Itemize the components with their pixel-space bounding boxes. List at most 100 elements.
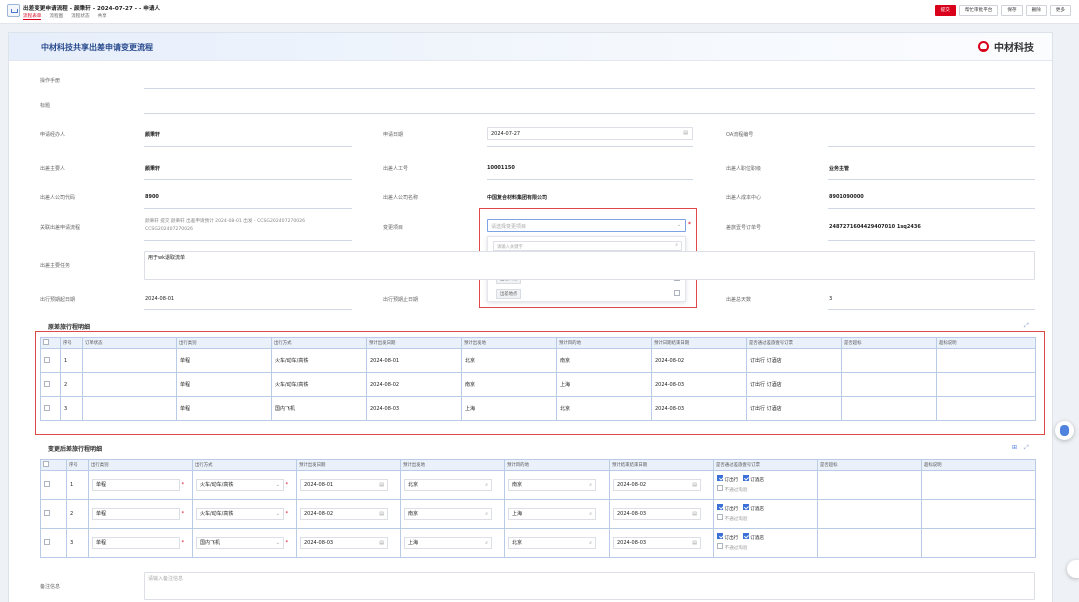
book-trip-checkbox[interactable]: [717, 504, 723, 510]
book-trip-checkbox[interactable]: [717, 533, 723, 539]
row-select-cell: [40, 528, 67, 558]
row-checkbox[interactable]: [44, 380, 50, 387]
select-all-header: [40, 459, 67, 471]
book-hotel-checkbox[interactable]: [742, 504, 749, 510]
over-note-cell: [921, 499, 1036, 529]
purpose-value: 用于wk退取流单: [148, 255, 185, 261]
form-title: 中材科技共享出差申请变更流程: [41, 43, 153, 52]
chevron-down-icon: ⌄: [275, 540, 280, 546]
row-checkbox[interactable]: [44, 481, 50, 487]
remarks-textarea[interactable]: 请输入备注信息: [144, 572, 1035, 600]
expand-icon[interactable]: ⤢: [1024, 444, 1029, 452]
row-checkbox[interactable]: [44, 539, 50, 545]
calendar-icon: ▤: [683, 130, 688, 136]
related-flow-code[interactable]: CCSG202407270026: [145, 227, 193, 232]
book-hotel-checkbox[interactable]: [742, 475, 749, 481]
tab-share[interactable]: 共享: [98, 13, 107, 20]
add-row-icon[interactable]: ⊞: [1012, 444, 1017, 451]
operation-manual-label[interactable]: 操作手册: [40, 77, 60, 84]
dest-city: 上海: [556, 372, 652, 397]
help-approval-button[interactable]: 帮忙审批平台: [958, 5, 999, 16]
company-name-value: 中国复合材料集团有限公司: [487, 195, 548, 201]
row-checkbox[interactable]: [44, 510, 50, 516]
dropdown-search-input[interactable]: 请输入关键字 ⌕: [493, 241, 682, 251]
depart-date-picker[interactable]: 2024-08-02 ▤: [300, 508, 388, 520]
dropdown-search-placeholder: 请输入关键字: [497, 244, 523, 250]
dest-city-input[interactable]: 上海 ⌕: [508, 508, 596, 520]
dropdown-option-place[interactable]: 出差地点: [496, 289, 522, 299]
end-date-picker[interactable]: 2024-08-03 ▤: [613, 508, 701, 520]
calendar-icon: ▤: [692, 540, 697, 546]
category-select[interactable]: 单程: [92, 537, 180, 549]
dest-city-input[interactable]: 北京 ⌕: [508, 537, 596, 549]
no-booking-checkbox[interactable]: [717, 514, 723, 520]
side-float-tab[interactable]: [1067, 560, 1079, 578]
table-row: 3 单程 国内飞机 2024-08-03 上海 北京 2024-08-03 订出…: [40, 396, 1036, 421]
col-header: 是否通过差旅壹号订票: [746, 337, 842, 349]
depart-city-input[interactable]: 北京 ⌕: [404, 479, 492, 491]
book-trip-checkbox[interactable]: [717, 475, 723, 481]
delete-button[interactable]: 删除: [1025, 5, 1047, 16]
divider: [487, 146, 693, 147]
booking-options: 订出行 订酒店: [746, 396, 842, 421]
oa-no-field[interactable]: [828, 146, 1035, 147]
no-booking-checkbox[interactable]: [717, 543, 723, 549]
save-button[interactable]: 保存: [1001, 5, 1023, 16]
col-header: 预计出发地: [461, 337, 557, 349]
emp-no-label: 出差人工号: [383, 166, 409, 172]
depart-date-picker[interactable]: 2024-08-03 ▤: [300, 537, 388, 549]
cost-center-value: 8901090000: [829, 194, 864, 200]
tab-form[interactable]: 流程表单: [23, 13, 42, 20]
mode-select[interactable]: 国内飞机 ⌄: [196, 537, 284, 549]
order-status: [82, 396, 177, 421]
mode-value: 火车/动车/高铁: [200, 511, 234, 517]
subject-input[interactable]: [144, 113, 1035, 114]
booking-cell: 订出行 订酒店 不通过淘验: [713, 528, 818, 558]
row-checkbox[interactable]: [44, 356, 50, 363]
row-checkbox[interactable]: [44, 404, 50, 411]
purpose-textarea[interactable]: 用于wk退取流单: [144, 251, 1035, 280]
dest-city-cell: 南京 ⌕: [504, 470, 610, 500]
apply-date-field[interactable]: 2024-07-27 ▤: [487, 127, 693, 140]
divider: [144, 146, 352, 147]
dest-city-input[interactable]: 南京 ⌕: [508, 479, 596, 491]
end-date-picker[interactable]: 2024-08-02 ▤: [613, 479, 701, 491]
tab-flowchart[interactable]: 流程图: [49, 13, 63, 20]
trip-mode: 火车/动车/高铁: [271, 372, 367, 397]
end-date-picker[interactable]: 2024-08-03 ▤: [613, 537, 701, 549]
mode-select[interactable]: 火车/动车/高铁 ⌄: [196, 508, 284, 520]
option-place-checkbox[interactable]: [674, 290, 680, 296]
depart-date-value: 2024-08-03: [304, 540, 334, 546]
cost-center-label: 出差人成本中心: [726, 195, 762, 201]
depart-date-picker[interactable]: 2024-08-01 ▤: [300, 479, 388, 491]
depart-city-input[interactable]: 南京 ⌕: [404, 508, 492, 520]
col-header: 序号: [60, 337, 83, 349]
tab-status[interactable]: 流程状态: [71, 13, 89, 20]
depart-city-value: 上海: [408, 540, 419, 546]
related-flow-link[interactable]: 颜秉轩 提交 颜秉轩 出差申请预计 2024-08-01 出发 - CCSG20…: [145, 218, 305, 224]
category-select[interactable]: 单程: [92, 508, 180, 520]
select-all-checkbox[interactable]: [43, 339, 49, 345]
assistant-float-icon[interactable]: [1055, 421, 1074, 440]
chevron-down-icon: ⌄: [275, 482, 280, 488]
depart-city-input[interactable]: 上海 ⌕: [404, 537, 492, 549]
search-icon: ⌕: [485, 511, 488, 517]
category-select[interactable]: 单程: [92, 479, 180, 491]
flow-app-icon: [7, 4, 20, 17]
no-booking-checkbox[interactable]: [717, 485, 723, 491]
company-name-label: 出差人公司名称: [383, 195, 419, 201]
chevron-down-icon: ⌄: [676, 222, 681, 228]
booking-options: 订出行 订酒店: [746, 348, 842, 373]
traveler-value: 颜秉轩: [145, 166, 161, 172]
book-trip-label: 订出行: [724, 478, 739, 483]
change-item-select[interactable]: 请选择变更项目 ⌄: [487, 219, 686, 232]
more-button[interactable]: 更多: [1049, 5, 1071, 16]
mode-select[interactable]: 火车/动车/高铁 ⌄: [196, 479, 284, 491]
expand-icon[interactable]: ⤢: [1024, 322, 1029, 330]
end-date-cell: 2024-08-03 ▤: [609, 528, 714, 558]
calendar-icon: ▤: [379, 540, 384, 546]
submit-button[interactable]: 提交: [934, 5, 956, 16]
select-all-checkbox[interactable]: [43, 461, 49, 467]
row-number: 3: [66, 528, 89, 558]
book-hotel-checkbox[interactable]: [742, 533, 749, 539]
